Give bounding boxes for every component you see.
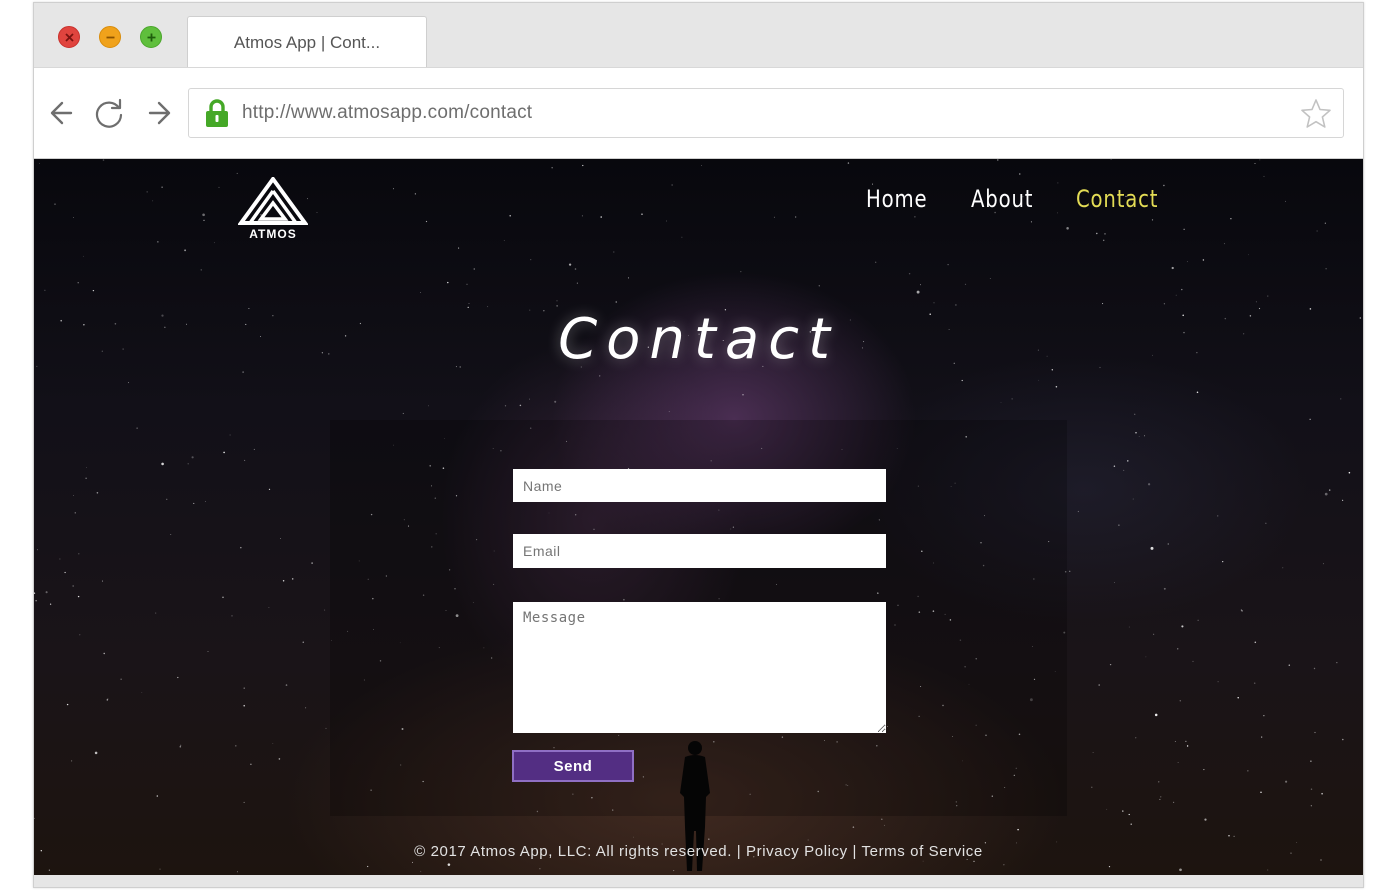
logo-text: ATMOS: [249, 227, 297, 241]
nav-about[interactable]: About: [971, 185, 1033, 213]
nav-contact[interactable]: Contact: [1076, 185, 1158, 213]
title-bar: Atmos App | Cont...: [34, 3, 1363, 69]
back-arrow-icon[interactable]: [47, 96, 81, 130]
tab-title: Atmos App | Cont...: [233, 33, 381, 52]
send-button[interactable]: Send: [512, 750, 634, 782]
name-input[interactable]: [513, 469, 886, 502]
minimize-window-button[interactable]: [99, 26, 121, 48]
maximize-window-button[interactable]: [140, 26, 162, 48]
window-bottom-edge: [34, 875, 1363, 887]
browser-tab[interactable]: Atmos App | Cont...: [187, 16, 427, 69]
atmos-logo[interactable]: ATMOS: [237, 175, 309, 243]
forward-arrow-icon[interactable]: [140, 96, 174, 130]
bookmark-star-icon[interactable]: [1299, 97, 1333, 131]
browser-toolbar: http://www.atmosapp.com/contact: [34, 67, 1363, 159]
page-title: Contact: [558, 307, 839, 372]
webpage: ATMOS Home About Contact Contact Send © …: [34, 159, 1363, 875]
lock-icon: [206, 99, 228, 127]
footer-text: © 2017 Atmos App, LLC. All rights reserv…: [414, 843, 983, 860]
close-window-button[interactable]: [58, 26, 80, 48]
email-input[interactable]: [513, 534, 886, 568]
message-textarea[interactable]: [513, 602, 886, 733]
url-text: http://www.atmosapp.com/contact: [242, 102, 533, 123]
triangle-logo-icon: [237, 175, 309, 225]
reload-icon[interactable]: [92, 96, 126, 130]
browser-window: Atmos App | Cont... http://www.atmosapp.…: [33, 2, 1364, 888]
address-bar[interactable]: http://www.atmosapp.com/contact: [188, 88, 1344, 138]
nav-home[interactable]: Home: [866, 185, 927, 213]
